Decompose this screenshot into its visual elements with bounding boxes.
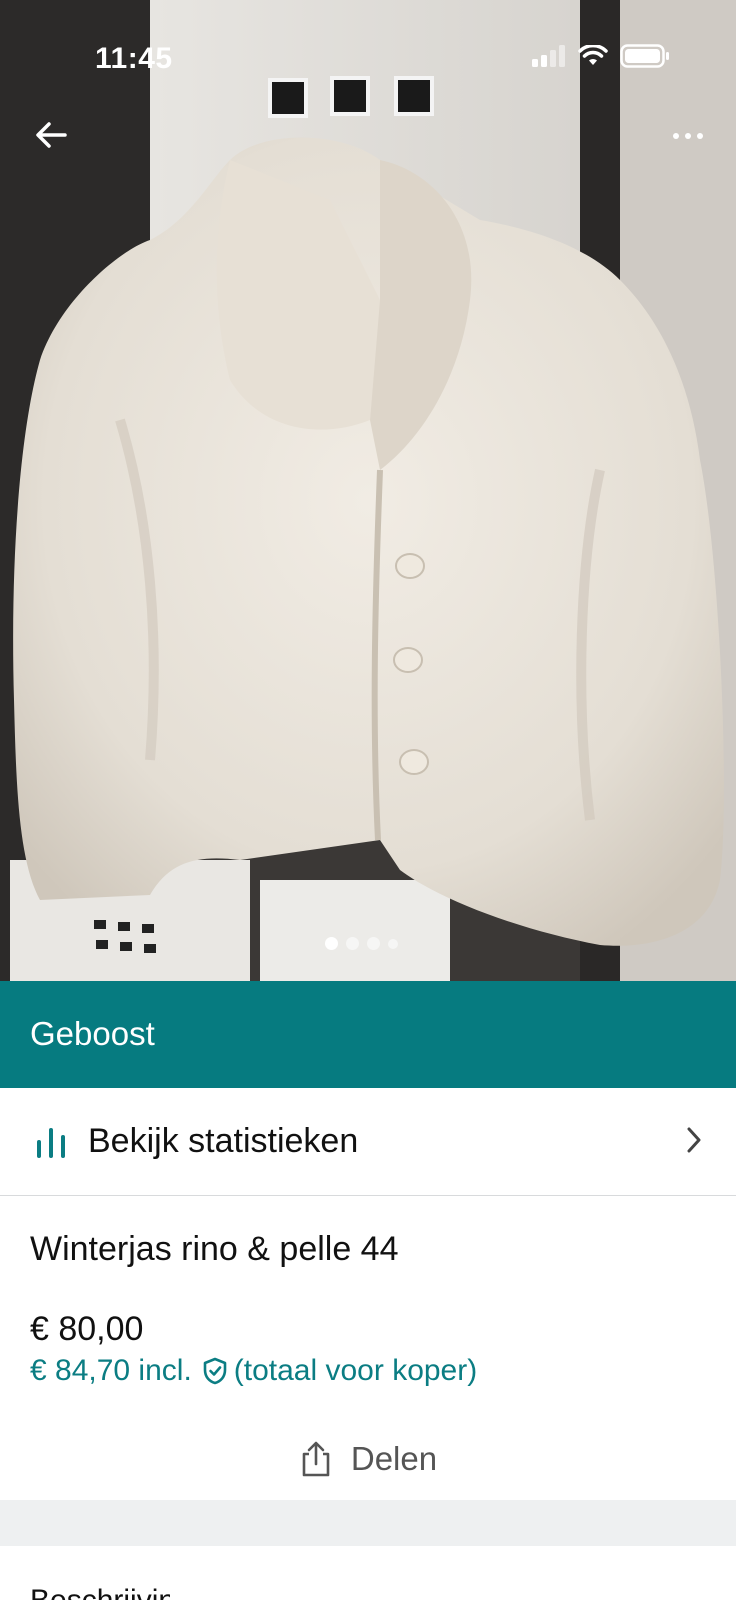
page-dot[interactable] [387, 938, 398, 949]
share-icon [302, 1441, 330, 1477]
page-dot[interactable] [324, 937, 338, 950]
item-title: Winterjas rino & pelle 44 [30, 1230, 399, 1268]
arrow-left-icon [36, 122, 67, 148]
cellular-signal-icon [532, 45, 565, 67]
more-horizontal-icon [673, 133, 679, 139]
page-dot[interactable] [366, 937, 380, 950]
price-incl-value: € 84,70 incl. [30, 1354, 192, 1387]
photo-page-indicator[interactable] [0, 937, 729, 950]
status-bar: 11:45 [0, 0, 736, 120]
price-including-protection[interactable]: € 84,70 incl. (totaal voor koper) [30, 1354, 477, 1388]
view-statistics-row[interactable]: Bekijk statistieken [0, 1088, 736, 1196]
page-dot[interactable] [345, 937, 359, 950]
wifi-icon [578, 45, 608, 65]
description-heading-partial: Beschrijving [30, 1588, 170, 1600]
coat-photo-image [0, 0, 736, 981]
shield-check-icon [203, 1357, 227, 1385]
status-icons [532, 44, 670, 68]
share-button[interactable]: Delen [0, 1440, 736, 1478]
boosted-banner: Geboost [0, 981, 736, 1088]
back-button[interactable] [28, 112, 74, 158]
view-statistics-label: Bekijk statistieken [88, 1122, 359, 1160]
item-price: € 80,00 [30, 1310, 144, 1348]
battery-icon [620, 44, 669, 68]
status-time: 11:45 [95, 42, 173, 75]
more-options-button[interactable] [662, 116, 714, 156]
price-incl-note: (totaal voor koper) [233, 1354, 478, 1387]
chevron-right-icon [687, 1127, 701, 1153]
section-divider-band [0, 1500, 736, 1546]
bar-chart-icon [37, 1128, 65, 1158]
boosted-label: Geboost [30, 1015, 155, 1052]
item-photo[interactable]: 11:45 [0, 0, 736, 981]
share-label: Delen [350, 1440, 438, 1477]
